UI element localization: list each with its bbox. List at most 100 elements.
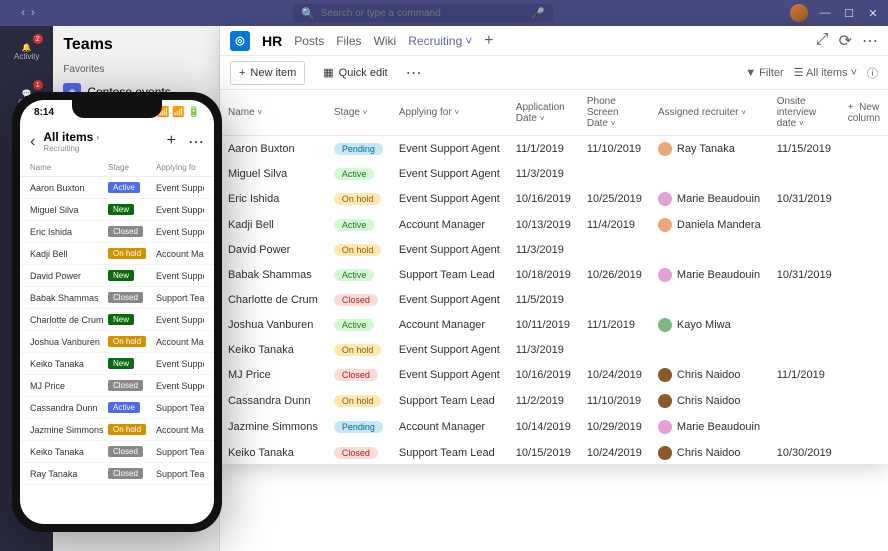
cell-onsite: 11/1/2019 <box>769 362 840 388</box>
table-row[interactable]: Jazmine SimmonsPendingAccount Manager10/… <box>220 414 888 440</box>
filter-icon: ▼ <box>745 67 756 79</box>
phone-row[interactable]: Keiko TanakaNewEvent Support A <box>20 353 214 375</box>
table-row[interactable]: Joshua VanburenActiveAccount Manager10/1… <box>220 312 888 338</box>
quick-edit-button[interactable]: ▦ Quick edit <box>315 61 395 85</box>
tab-posts[interactable]: Posts <box>294 34 324 48</box>
table-row[interactable]: Miguel SilvaActiveEvent Support Agent11/… <box>220 162 888 186</box>
column-header[interactable]: Stage ˅ <box>326 90 391 136</box>
phone-row[interactable]: David PowerNewEvent Support A <box>20 265 214 287</box>
cell-appdate: 11/3/2019 <box>508 338 579 362</box>
ph-stage: On hold <box>108 248 156 259</box>
ph-name: Miguel Silva <box>30 205 108 215</box>
ph-applying: Event Support A <box>156 183 204 193</box>
ph-stage: New <box>108 314 156 325</box>
phone-more-icon[interactable]: ⋯ <box>188 132 204 152</box>
mic-icon[interactable]: 🎤 <box>531 7 545 20</box>
phone-row[interactable]: Eric IshidaClosedEvent Support A <box>20 221 214 243</box>
column-header[interactable]: Onsite interview date ˅ <box>769 90 840 136</box>
column-header[interactable]: + New column <box>840 90 888 136</box>
ph-name: Aaron Buxton <box>30 183 108 193</box>
cell-stage: On hold <box>326 388 391 414</box>
user-avatar[interactable] <box>790 4 808 22</box>
tab-wiki[interactable]: Wiki <box>374 34 397 48</box>
phone-add-icon[interactable]: + <box>167 132 176 152</box>
refresh-icon[interactable]: ⟳ <box>839 31 852 51</box>
new-item-button[interactable]: + New item <box>230 61 305 85</box>
cell-onsite: 10/31/2019 <box>769 186 840 212</box>
cell-name: Keiko Tanaka <box>220 440 326 464</box>
search-input[interactable] <box>321 8 526 19</box>
favorites-label: Favorites <box>63 64 209 75</box>
column-header[interactable]: Phone Screen Date ˅ <box>579 90 650 136</box>
phone-grid: Aaron BuxtonActiveEvent Support AMiguel … <box>20 177 214 524</box>
cell-stage: Pending <box>326 136 391 163</box>
info-icon[interactable]: ⓘ <box>867 65 878 81</box>
ph-applying: Event Support A <box>156 381 204 391</box>
cell-recruiter: Daniela Mandera <box>650 212 769 238</box>
cell-recruiter: Kayo Miwa <box>650 312 769 338</box>
add-tab-icon[interactable]: + <box>484 32 493 50</box>
cell-recruiter: Marie Beaudouin <box>650 186 769 212</box>
cell-appdate: 10/14/2019 <box>508 414 579 440</box>
phone-row[interactable]: Keiko TanakaClosedSupport Team L <box>20 441 214 463</box>
nav-fwd-icon[interactable]: › <box>31 7 35 19</box>
phone-row[interactable]: Cassandra DunnActiveSupport Team L <box>20 397 214 419</box>
ph-name: Keiko Tanaka <box>30 359 108 369</box>
phone-row[interactable]: Kadji BellOn holdAccount Manag <box>20 243 214 265</box>
phone-row[interactable]: Joshua VanburenOn holdAccount Manag <box>20 331 214 353</box>
table-row[interactable]: MJ PriceClosedEvent Support Agent10/16/2… <box>220 362 888 388</box>
phone-row[interactable]: MJ PriceClosedEvent Support A <box>20 375 214 397</box>
close-icon[interactable]: ✕ <box>866 6 880 20</box>
minimize-icon[interactable]: — <box>818 6 832 20</box>
phone-row[interactable]: Ray TanakaClosedSupport Team L <box>20 463 214 485</box>
phone-row[interactable]: Miguel SilvaNewEvent Support A <box>20 199 214 221</box>
ph-applying: Support Team L <box>156 447 204 457</box>
table-row[interactable]: Charlotte de CrumClosedEvent Support Age… <box>220 288 888 312</box>
phone-columns: NameStageApplying fo <box>20 159 214 177</box>
column-header[interactable]: Application Date ˅ <box>508 90 579 136</box>
table-row[interactable]: Keiko TanakaOn holdEvent Support Agent11… <box>220 338 888 362</box>
maximize-icon[interactable]: ☐ <box>842 6 856 20</box>
table-row[interactable]: Babak ShammasActiveSupport Team Lead10/1… <box>220 262 888 288</box>
ph-name: David Power <box>30 271 108 281</box>
nav-back-icon[interactable]: ‹ <box>21 7 25 19</box>
table-row[interactable]: Aaron BuxtonPendingEvent Support Agent11… <box>220 136 888 163</box>
search-box[interactable]: 🔍 🎤 <box>293 4 553 22</box>
column-header[interactable]: Assigned recruiter ˅ <box>650 90 769 136</box>
table-row[interactable]: Cassandra DunnOn holdSupport Team Lead11… <box>220 388 888 414</box>
cell-name: Cassandra Dunn <box>220 388 326 414</box>
expand-icon[interactable]: ⤢ <box>816 31 829 51</box>
view-switcher[interactable]: ☰ All items ˅ <box>794 66 857 79</box>
cell-appdate: 10/11/2019 <box>508 312 579 338</box>
rail-activity[interactable]: 🔔 Activity 2 <box>7 32 47 72</box>
tab-files[interactable]: Files <box>336 34 361 48</box>
column-header[interactable]: Applying for ˅ <box>391 90 508 136</box>
table-row[interactable]: Kadji BellActiveAccount Manager10/13/201… <box>220 212 888 238</box>
phone-back-icon[interactable]: ‹ <box>30 133 35 151</box>
table-row[interactable]: Keiko TanakaClosedSupport Team Lead10/15… <box>220 440 888 464</box>
cell-recruiter <box>650 338 769 362</box>
phone-row[interactable]: Charlotte de CrumNewEvent Support A <box>20 309 214 331</box>
ph-name: Ray Tanaka <box>30 469 108 479</box>
cell-phone <box>579 238 650 262</box>
more-icon[interactable]: ⋯ <box>862 31 878 51</box>
cell-onsite <box>769 162 840 186</box>
ph-name: Joshua Vanburen <box>30 337 108 347</box>
tab-recruiting[interactable]: Recruiting ˅ <box>408 34 472 48</box>
data-grid: Name ˅Stage ˅Applying for ˅Application D… <box>220 90 888 464</box>
title-bar: ‹ › 🔍 🎤 — ☐ ✕ <box>0 0 888 26</box>
table-row[interactable]: Eric IshidaOn holdEvent Support Agent10/… <box>220 186 888 212</box>
cell-applying: Event Support Agent <box>391 136 508 163</box>
more-actions-icon[interactable]: ⋯ <box>406 63 422 83</box>
phone-row[interactable]: Jazmine SimmonsOn holdAccount Manag <box>20 419 214 441</box>
table-row[interactable]: David PowerOn holdEvent Support Agent11/… <box>220 238 888 262</box>
phone-row[interactable]: Aaron BuxtonActiveEvent Support A <box>20 177 214 199</box>
column-header[interactable]: Name ˅ <box>220 90 326 136</box>
bell-icon: 🔔 <box>22 43 32 52</box>
ph-applying: Account Manag <box>156 425 204 435</box>
app-title: HR <box>262 33 282 49</box>
phone-row[interactable]: Babak ShammasClosedSupport Team L <box>20 287 214 309</box>
filter-button[interactable]: ▼ Filter <box>745 67 783 79</box>
cell-recruiter: Ray Tanaka <box>650 136 769 163</box>
cell-appdate: 10/15/2019 <box>508 440 579 464</box>
